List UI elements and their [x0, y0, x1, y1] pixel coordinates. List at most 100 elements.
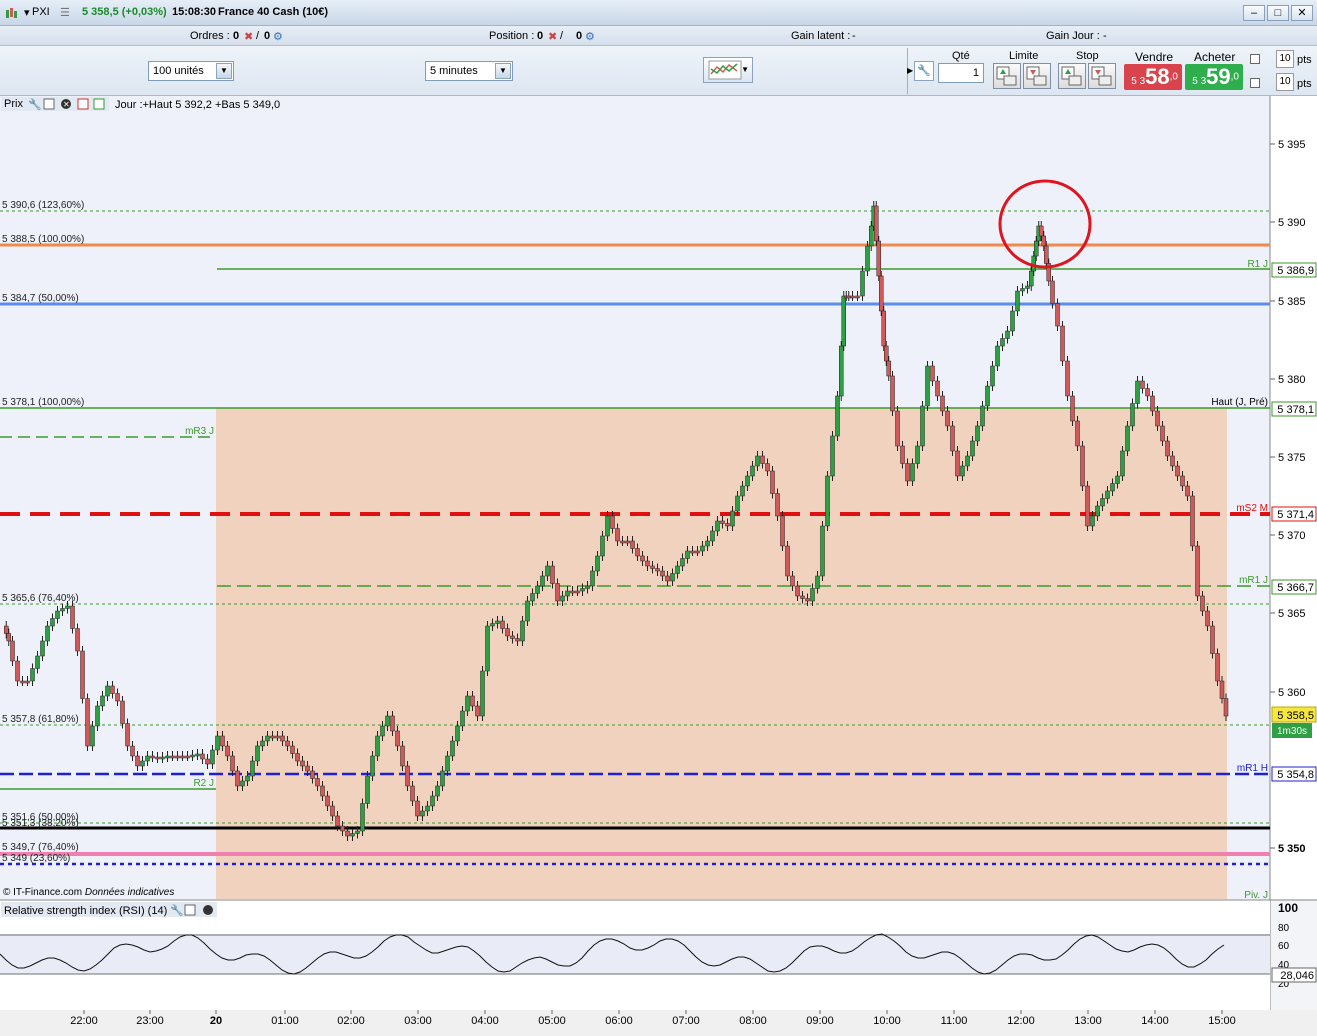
chart-type-button[interactable]: ▼: [703, 57, 753, 83]
orders-settings-icon[interactable]: ⚙: [273, 30, 283, 43]
candle-down: [955, 450, 960, 477]
chevron-down-icon[interactable]: ▼: [495, 63, 511, 79]
candle-down: [1055, 303, 1060, 327]
close-icon[interactable]: [203, 905, 213, 915]
s-checkbox[interactable]: [1250, 54, 1260, 64]
candle-up: [140, 760, 145, 767]
r1-value: 5 386,9: [1277, 265, 1314, 277]
candle-down: [645, 560, 650, 567]
limit-sell-button[interactable]: [1023, 63, 1051, 89]
chart-header: Jour :+Haut 5 392,2 +Bas 5 349,0: [115, 99, 280, 111]
candle-up: [1010, 310, 1015, 332]
gain-latent-value: -: [852, 30, 856, 42]
minimize-button[interactable]: –: [1243, 5, 1265, 21]
position-close-icon[interactable]: ✖: [548, 30, 557, 43]
l-checkbox[interactable]: [1250, 78, 1260, 88]
time-axis: [0, 1010, 1317, 1033]
candle-up: [869, 225, 874, 247]
window-icon[interactable]: [43, 98, 55, 110]
candle-down: [280, 735, 285, 742]
app-name[interactable]: PXI: [32, 6, 50, 18]
wrench-icon[interactable]: 🔧: [914, 61, 934, 81]
buy-label: Acheter: [1194, 50, 1236, 64]
candle-up: [530, 593, 535, 602]
candle-up: [385, 715, 390, 727]
chevron-down-icon[interactable]: ▼: [216, 63, 232, 79]
candle-down: [555, 583, 560, 602]
piv-label: Piv. J: [1244, 890, 1268, 901]
candle-down: [1215, 653, 1220, 682]
candle-down: [610, 515, 615, 529]
price-tick-label: 5 390: [1278, 217, 1306, 229]
close-button[interactable]: ✕: [1291, 5, 1313, 21]
l-pts-input[interactable]: 10: [1276, 73, 1294, 91]
candle-up: [825, 475, 830, 527]
limit-buy-button[interactable]: [993, 63, 1021, 89]
candle-up: [715, 520, 720, 532]
sell-button[interactable]: 5 358,0: [1124, 64, 1182, 90]
candle-up: [1090, 515, 1095, 527]
window-icon[interactable]: [184, 904, 196, 916]
buy-button[interactable]: 5 359,0: [1185, 64, 1243, 90]
panel-expand-icon[interactable]: ▶: [907, 66, 913, 75]
qty-input[interactable]: 1: [938, 63, 984, 83]
chart-area[interactable]: Prix 🔧 ✕ Jour :+Haut 5 392,2 +Bas 5 349,…: [0, 96, 1317, 1033]
candle-down: [125, 723, 130, 747]
candle-up: [525, 600, 530, 622]
app-dropdown-icon[interactable]: ▾: [24, 6, 30, 19]
arrow-up-icon[interactable]: [93, 98, 105, 110]
fib-label: 5 349 (23,60%): [2, 853, 70, 864]
candle-up: [685, 550, 690, 559]
s-pts-input[interactable]: 10: [1276, 50, 1294, 68]
candle-up: [820, 525, 825, 577]
time-label: 09:00: [806, 1015, 834, 1027]
interval-select[interactable]: 5 minutes ▼: [425, 61, 513, 81]
candle-down: [550, 565, 555, 584]
price-chart[interactable]: Prix 🔧 ✕ Jour :+Haut 5 392,2 +Bas 5 349,…: [0, 96, 1317, 1033]
candle-down: [775, 493, 780, 517]
candle-down: [85, 698, 90, 747]
buy-price-main: 59: [1206, 64, 1231, 89]
rsi-value: 28,046: [1280, 970, 1314, 982]
time-label: 07:00: [672, 1015, 700, 1027]
arrow-down-icon[interactable]: [77, 98, 89, 110]
orders-cancel-icon[interactable]: ✖: [244, 30, 253, 43]
candle-up: [675, 565, 680, 574]
candle-down: [876, 240, 881, 277]
candle-up: [839, 345, 844, 397]
price-tab[interactable]: Prix: [4, 98, 23, 110]
candle-up: [215, 735, 220, 751]
candle-down: [285, 740, 290, 747]
mr1h-value: 5 354,8: [1277, 769, 1314, 781]
candle-up: [455, 725, 460, 742]
wrench-icon[interactable]: 🔧: [28, 97, 42, 111]
candle-down: [1185, 485, 1190, 497]
candle-down: [655, 568, 660, 572]
wrench-icon[interactable]: 🔧: [170, 903, 184, 917]
last-price: 5 358,5: [1277, 710, 1314, 722]
candle-down: [70, 605, 75, 629]
time-label: 03:00: [404, 1015, 432, 1027]
candle-down: [900, 445, 905, 464]
menu-icon[interactable]: ☰: [60, 6, 70, 19]
title-bar: ▾ PXI ☰ 5 358,5 (+0,03%) 15:08:30 France…: [0, 0, 1317, 26]
stop-buy-button[interactable]: [1058, 63, 1086, 89]
candle-up: [250, 760, 255, 777]
qty-label: Qté: [952, 50, 970, 62]
time-label: 15:00: [1208, 1015, 1236, 1027]
countdown: 1m30s: [1277, 726, 1307, 737]
maximize-button[interactable]: □: [1267, 5, 1289, 21]
candle-down: [1145, 388, 1150, 397]
candle-down: [10, 640, 15, 662]
time-label: 12:00: [1007, 1015, 1035, 1027]
position-settings-icon[interactable]: ⚙: [585, 30, 595, 43]
stop-sell-button[interactable]: [1088, 63, 1116, 89]
candle-down: [305, 765, 310, 772]
rsi-tick-label: 100: [1278, 901, 1298, 915]
candle-down: [1175, 465, 1180, 477]
candle-down: [470, 695, 475, 707]
units-select[interactable]: 100 unités ▼: [148, 61, 234, 81]
chevron-down-icon[interactable]: ▼: [741, 65, 749, 74]
candle-up: [565, 590, 570, 597]
toolbar: 100 unités ▼ 5 minutes ▼ ▼ ▶ 🔧 Qté 1 Lim…: [0, 46, 1317, 96]
